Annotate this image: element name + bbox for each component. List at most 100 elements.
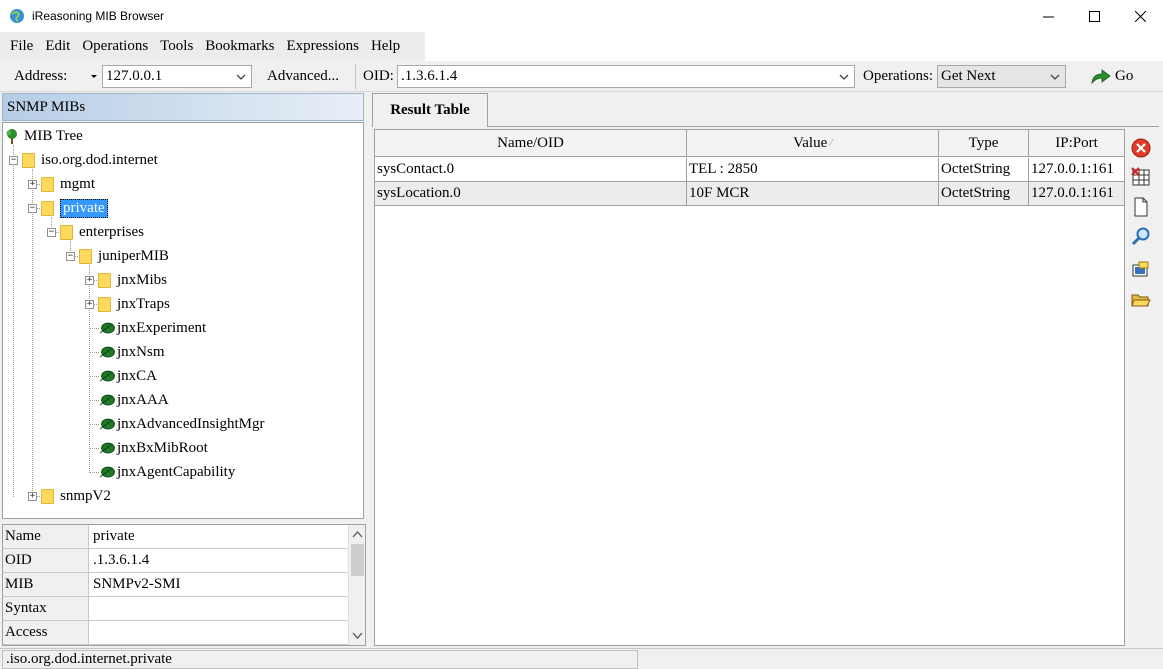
toolbar-separator — [355, 64, 356, 89]
menu-operations[interactable]: Operations — [76, 38, 154, 55]
tree-node-iso[interactable]: iso.org.dod.internet — [22, 149, 158, 171]
folder-icon — [22, 152, 35, 168]
table-cell[interactable]: sysLocation.0 — [375, 182, 687, 206]
menu-bookmarks[interactable]: Bookmarks — [199, 38, 280, 55]
address-history-button[interactable] — [90, 65, 98, 88]
tree-node-jnxadvancedinsightmgr[interactable]: jnxAdvancedInsightMgr — [99, 413, 264, 435]
property-row[interactable]: Name private — [3, 525, 348, 549]
tree-root[interactable]: MIB Tree — [4, 125, 83, 147]
menu-bar-blank — [425, 32, 1163, 61]
properties-scrollbar[interactable] — [348, 525, 365, 645]
advanced-button[interactable]: Advanced... — [267, 65, 339, 88]
export-icon — [1132, 261, 1149, 277]
open-button[interactable] — [1130, 289, 1152, 311]
expander-iso[interactable]: − — [9, 156, 18, 165]
tree-node-label: jnxAdvancedInsightMgr — [117, 415, 265, 432]
window-title: iReasoning MIB Browser — [32, 9, 165, 23]
column-header-name-oid[interactable]: Name/OID — [375, 130, 687, 157]
table-cell[interactable]: 127.0.0.1:161 — [1029, 158, 1125, 182]
column-header-ip-port[interactable]: IP:Port — [1029, 130, 1125, 157]
tree-root-label: MIB Tree — [24, 127, 83, 144]
tree-guide-line — [89, 376, 99, 377]
menu-tools[interactable]: Tools — [154, 38, 199, 55]
property-row[interactable]: MIB SNMPv2-SMI — [3, 573, 348, 597]
tab-result-table[interactable]: Result Table — [372, 93, 488, 127]
expander-junipermib[interactable]: − — [66, 252, 75, 261]
go-button[interactable]: Go — [1090, 65, 1133, 88]
delete-button[interactable] — [1130, 137, 1152, 159]
mib-tree[interactable]: − + − − − + + + MIB Tree iso.org.dod.int… — [2, 122, 364, 519]
leaf-icon — [99, 346, 115, 358]
maximize-button[interactable] — [1071, 0, 1117, 32]
close-window-button[interactable] — [1117, 0, 1163, 32]
table-cell[interactable]: TEL : 2850 — [687, 158, 939, 182]
new-document-button[interactable] — [1130, 196, 1152, 218]
tree-node-junipermib[interactable]: juniperMIB — [79, 245, 169, 267]
tree-node-jnxagentcapability[interactable]: jnxAgentCapability — [99, 461, 235, 483]
property-key: Access — [3, 621, 89, 644]
column-header-value[interactable]: Value ⁄ — [687, 130, 939, 157]
expander-mgmt[interactable]: + — [28, 180, 37, 189]
expander-jnxmibs[interactable]: + — [85, 276, 94, 285]
column-header-type[interactable]: Type — [939, 130, 1029, 157]
status-bar: .iso.org.dod.internet.private — [0, 648, 1163, 669]
go-arrow-icon — [1091, 68, 1111, 84]
property-row[interactable]: Syntax — [3, 597, 348, 621]
tree-node-label-selected: private — [60, 198, 108, 218]
leaf-icon — [99, 322, 115, 334]
tree-guide-line — [89, 328, 99, 329]
tree-node-jnxmibs[interactable]: jnxMibs — [98, 269, 167, 291]
table-cell[interactable]: 10F MCR — [687, 182, 939, 206]
expander-enterprises[interactable]: − — [47, 228, 56, 237]
tree-node-jnxexperiment[interactable]: jnxExperiment — [99, 317, 206, 339]
menu-help[interactable]: Help — [365, 38, 406, 55]
tree-node-snmpv2[interactable]: snmpV2 — [41, 485, 111, 507]
tree-node-enterprises[interactable]: enterprises — [60, 221, 144, 243]
tree-node-private[interactable]: private — [41, 197, 108, 219]
tree-guide-line — [32, 169, 33, 497]
clear-table-button[interactable] — [1130, 166, 1152, 188]
property-row[interactable]: Access — [3, 621, 348, 645]
property-value — [89, 597, 348, 620]
tab-divider — [488, 126, 1159, 127]
export-button[interactable] — [1130, 259, 1152, 281]
tree-node-label: jnxMibs — [117, 271, 168, 288]
expander-snmpv2[interactable]: + — [28, 492, 37, 501]
operations-value: Get Next — [941, 68, 996, 84]
tree-node-jnxaaa[interactable]: jnxAAA — [99, 389, 169, 411]
expander-jnxtraps[interactable]: + — [85, 300, 94, 309]
table-cell[interactable]: OctetString — [939, 158, 1029, 182]
oid-combo[interactable]: .1.3.6.1.4 — [397, 65, 855, 88]
address-label: Address: — [14, 68, 68, 84]
property-key: Syntax — [3, 597, 89, 620]
menu-expressions[interactable]: Expressions — [280, 38, 365, 55]
operations-select[interactable]: Get Next — [937, 65, 1066, 88]
find-button[interactable] — [1130, 225, 1152, 247]
tree-node-jnxbxmibroot[interactable]: jnxBxMibRoot — [99, 437, 208, 459]
tree-node-label: enterprises — [79, 223, 144, 240]
tree-node-jnxnsm[interactable]: jnxNsm — [99, 341, 165, 363]
menu-edit[interactable]: Edit — [39, 38, 76, 55]
address-value: 127.0.0.1 — [106, 68, 163, 84]
address-combo[interactable]: 127.0.0.1 — [102, 65, 252, 88]
folder-icon — [41, 488, 54, 504]
go-label: Go — [1115, 68, 1134, 84]
tree-node-jnxtraps[interactable]: jnxTraps — [98, 293, 170, 315]
tree-node-label: jnxAAA — [117, 391, 169, 408]
result-table[interactable]: Name/OID Value ⁄ Type IP:Port sysContact… — [374, 129, 1125, 646]
scrollbar-thumb[interactable] — [351, 544, 364, 576]
tree-node-jnxca[interactable]: jnxCA — [99, 365, 157, 387]
table-cell[interactable]: sysContact.0 — [375, 158, 687, 182]
table-cell[interactable]: 127.0.0.1:161 — [1029, 182, 1125, 206]
expander-private[interactable]: − — [28, 204, 37, 213]
property-row[interactable]: OID .1.3.6.1.4 — [3, 549, 348, 573]
chevron-down-icon — [236, 74, 246, 80]
minimize-button[interactable] — [1025, 0, 1071, 32]
dropdown-arrow-icon — [91, 74, 97, 78]
table-cell[interactable]: OctetString — [939, 182, 1029, 206]
tree-node-mgmt[interactable]: mgmt — [41, 173, 95, 195]
property-key: MIB — [3, 573, 89, 596]
tree-guide-line — [89, 352, 99, 353]
menu-file[interactable]: File — [4, 38, 39, 55]
tree-node-label: jnxExperiment — [117, 319, 207, 336]
